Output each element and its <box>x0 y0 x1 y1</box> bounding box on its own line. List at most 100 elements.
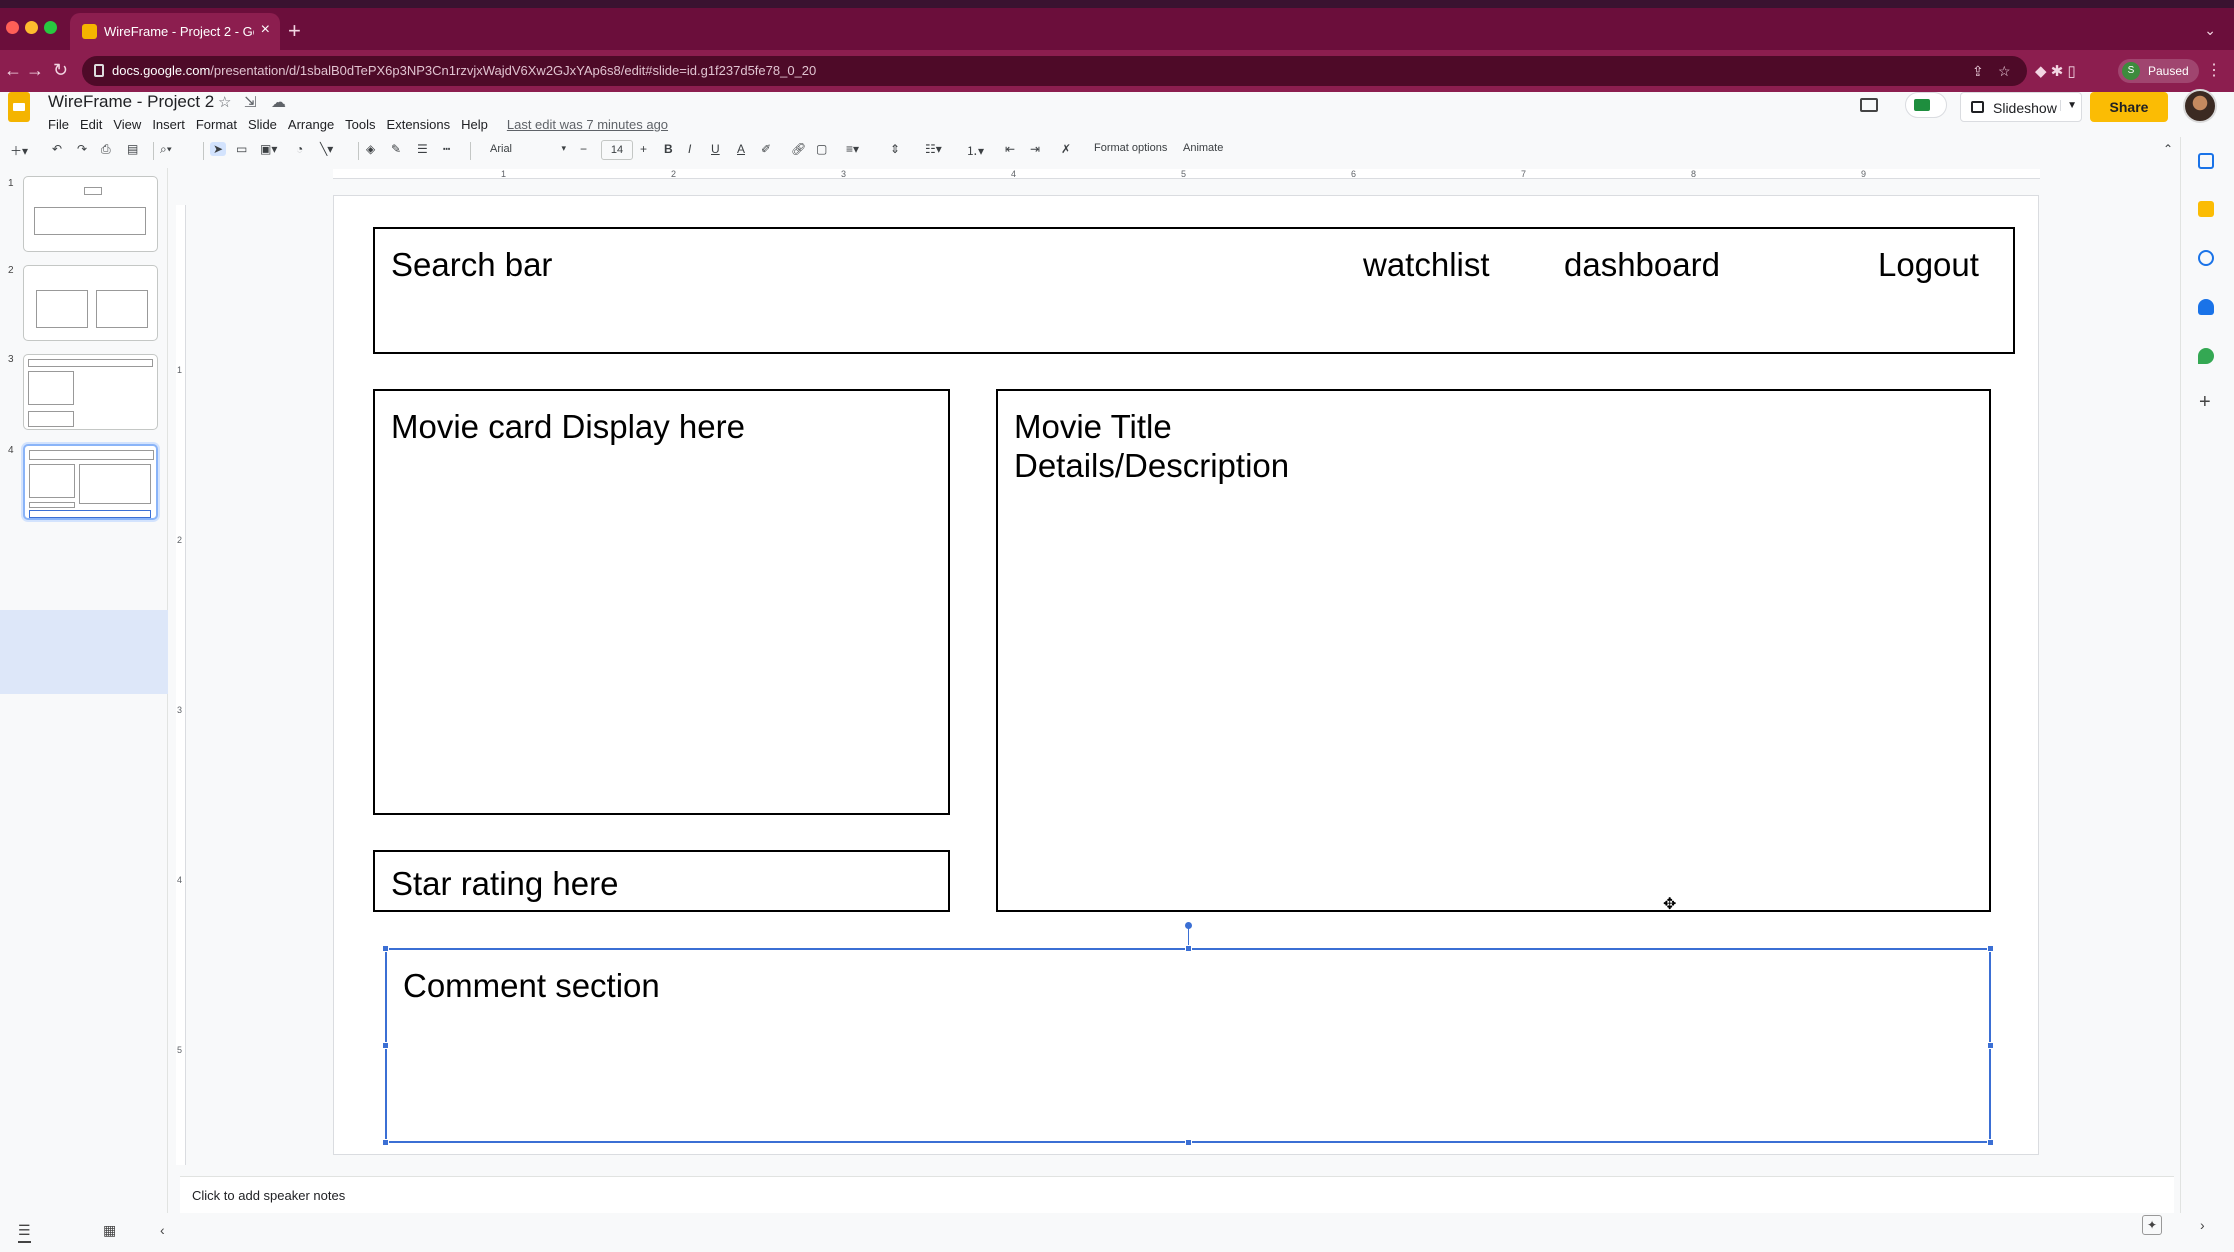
decrease-font-size-icon[interactable]: − <box>580 142 587 156</box>
menu-view[interactable]: View <box>113 117 141 132</box>
document-title[interactable]: WireFrame - Project 2 <box>48 92 214 112</box>
line-spacing-icon[interactable]: ⇕ <box>890 142 900 156</box>
slide-thumbnail-4[interactable] <box>23 444 158 520</box>
bookmark-star-icon[interactable]: ☆ <box>1998 63 2011 80</box>
close-window-button[interactable] <box>6 21 19 34</box>
menu-slide[interactable]: Slide <box>248 117 277 132</box>
shape-icon[interactable]: ◔ <box>296 142 303 156</box>
text-color-icon[interactable]: A <box>737 142 745 156</box>
font-size-input[interactable]: 14 <box>601 140 633 160</box>
menu-extensions[interactable]: Extensions <box>387 117 451 132</box>
underline-icon[interactable]: U <box>711 142 720 156</box>
reload-icon[interactable]: ↻ <box>53 60 68 81</box>
speaker-notes[interactable]: Click to add speaker notes <box>180 1176 2174 1216</box>
account-avatar[interactable] <box>2183 89 2217 123</box>
highlight-color-icon[interactable]: ✐ <box>761 142 771 156</box>
insert-link-icon[interactable]: 🔗︎ <box>791 142 806 156</box>
slideshow-dropdown-icon[interactable]: ▼ <box>2060 100 2077 111</box>
keep-icon[interactable] <box>2198 201 2214 217</box>
menu-insert[interactable]: Insert <box>152 117 185 132</box>
slides-logo-icon[interactable] <box>8 92 30 122</box>
image-icon[interactable]: ▣▾ <box>260 142 277 156</box>
comment-section-box[interactable]: Comment section <box>385 948 1991 1143</box>
paint-format-icon[interactable]: ▤ <box>127 142 138 156</box>
clear-formatting-icon[interactable]: ✗ <box>1061 142 1071 156</box>
resize-handle-nw[interactable] <box>382 945 389 952</box>
font-select[interactable]: Arial ▾ <box>482 140 572 162</box>
slide-thumbnail-1[interactable] <box>23 176 158 252</box>
bold-icon[interactable]: B <box>664 142 673 156</box>
minimize-window-button[interactable] <box>25 21 38 34</box>
tab-close-icon[interactable]: × <box>261 21 270 39</box>
menu-tools[interactable]: Tools <box>345 117 375 132</box>
back-arrow-icon[interactable]: ← <box>4 60 22 81</box>
resize-handle-sw[interactable] <box>382 1139 389 1146</box>
increase-indent-icon[interactable]: ⇥ <box>1030 142 1040 156</box>
share-button[interactable]: Share <box>2090 92 2168 122</box>
line-icon[interactable]: ╲▾ <box>320 142 333 156</box>
menu-format[interactable]: Format <box>196 117 237 132</box>
tab-search-chevron-icon[interactable]: ⌄ <box>2204 22 2216 39</box>
slideshow-button[interactable]: Slideshow ▼ <box>1960 92 2082 122</box>
bulleted-list-icon[interactable]: ☷▾ <box>925 142 942 156</box>
format-options-button[interactable]: Format options <box>1094 142 1167 154</box>
resize-handle-se[interactable] <box>1987 1139 1994 1146</box>
menu-help[interactable]: Help <box>461 117 488 132</box>
slide-thumbnail-3[interactable] <box>23 354 158 430</box>
extensions-icons[interactable]: ◆ ✱ ▯ <box>2035 62 2076 80</box>
cloud-saved-icon[interactable]: ☁ <box>271 93 286 111</box>
menu-file[interactable]: File <box>48 117 69 132</box>
border-dash-icon[interactable]: ┅ <box>443 142 450 156</box>
add-comment-icon[interactable]: ▢ <box>816 142 827 156</box>
forward-arrow-icon[interactable]: → <box>26 60 44 81</box>
rotation-handle[interactable] <box>1185 922 1192 929</box>
text-box-icon[interactable]: ▭ <box>236 142 247 156</box>
calendar-icon[interactable] <box>2198 153 2214 169</box>
filmstrip-view-icon[interactable]: ☰ <box>18 1222 31 1243</box>
undo-icon[interactable]: ↶ <box>52 142 62 156</box>
menu-arrange[interactable]: Arrange <box>288 117 334 132</box>
collapse-filmstrip-icon[interactable]: ‹ <box>160 1222 165 1238</box>
search-header-box[interactable]: Search bar <box>373 227 2015 354</box>
resize-handle-e[interactable] <box>1987 1042 1994 1049</box>
slide-thumbnail-2[interactable] <box>23 265 158 341</box>
explore-icon[interactable]: ✦ <box>2142 1215 2162 1235</box>
add-addon-icon[interactable]: + <box>2199 391 2211 414</box>
comment-history-icon[interactable] <box>1860 98 1878 112</box>
movie-details-box[interactable]: Movie Title Details/Description <box>996 389 1991 912</box>
border-weight-icon[interactable]: ☰ <box>417 142 428 156</box>
new-tab-button[interactable]: + <box>288 20 301 42</box>
italic-icon[interactable]: I <box>688 142 691 156</box>
grid-view-icon[interactable]: ▦ <box>103 1222 116 1239</box>
menu-edit[interactable]: Edit <box>80 117 102 132</box>
resize-handle-ne[interactable] <box>1987 945 1994 952</box>
maps-icon[interactable] <box>2198 348 2214 364</box>
numbered-list-icon[interactable]: ⒈▾ <box>966 142 984 159</box>
last-edit-link[interactable]: Last edit was 7 minutes ago <box>507 117 668 132</box>
redo-icon[interactable]: ↷ <box>77 142 87 156</box>
resize-handle-n[interactable] <box>1185 945 1192 952</box>
fill-color-icon[interactable]: ◈ <box>366 142 375 156</box>
print-icon[interactable]: ⎙ <box>101 142 111 157</box>
resize-handle-w[interactable] <box>382 1042 389 1049</box>
browser-tab-active[interactable]: WireFrame - Project 2 - Google × <box>70 13 280 50</box>
move-folder-icon[interactable]: ⇲ <box>244 93 257 111</box>
star-icon[interactable]: ☆ <box>218 93 231 111</box>
meet-button[interactable] <box>1905 92 1947 118</box>
select-tool-icon[interactable]: ➤ <box>210 142 227 156</box>
profile-paused-button[interactable]: S Paused <box>2118 59 2199 83</box>
collapse-toolbar-icon[interactable]: ⌃ <box>2163 142 2173 156</box>
browser-menu-icon[interactable]: ⋮ <box>2206 60 2222 80</box>
contacts-icon[interactable] <box>2198 299 2214 315</box>
zoom-icon[interactable]: ⌕▾ <box>160 142 172 157</box>
address-bar[interactable]: docs.google.com/presentation/d/1sbalB0dT… <box>82 56 2027 86</box>
new-slide-icon[interactable]: ＋▾ <box>10 142 28 159</box>
expand-side-panel-icon[interactable]: › <box>2200 1217 2205 1233</box>
increase-font-size-icon[interactable]: + <box>640 142 647 156</box>
vertical-ruler[interactable]: 1 2 3 4 5 <box>176 205 186 1165</box>
animate-button[interactable]: Animate <box>1183 142 1223 154</box>
star-rating-box[interactable]: Star rating here <box>373 850 950 912</box>
border-color-icon[interactable]: ✎ <box>391 142 401 156</box>
resize-handle-s[interactable] <box>1185 1139 1192 1146</box>
zoom-window-button[interactable] <box>44 21 57 34</box>
